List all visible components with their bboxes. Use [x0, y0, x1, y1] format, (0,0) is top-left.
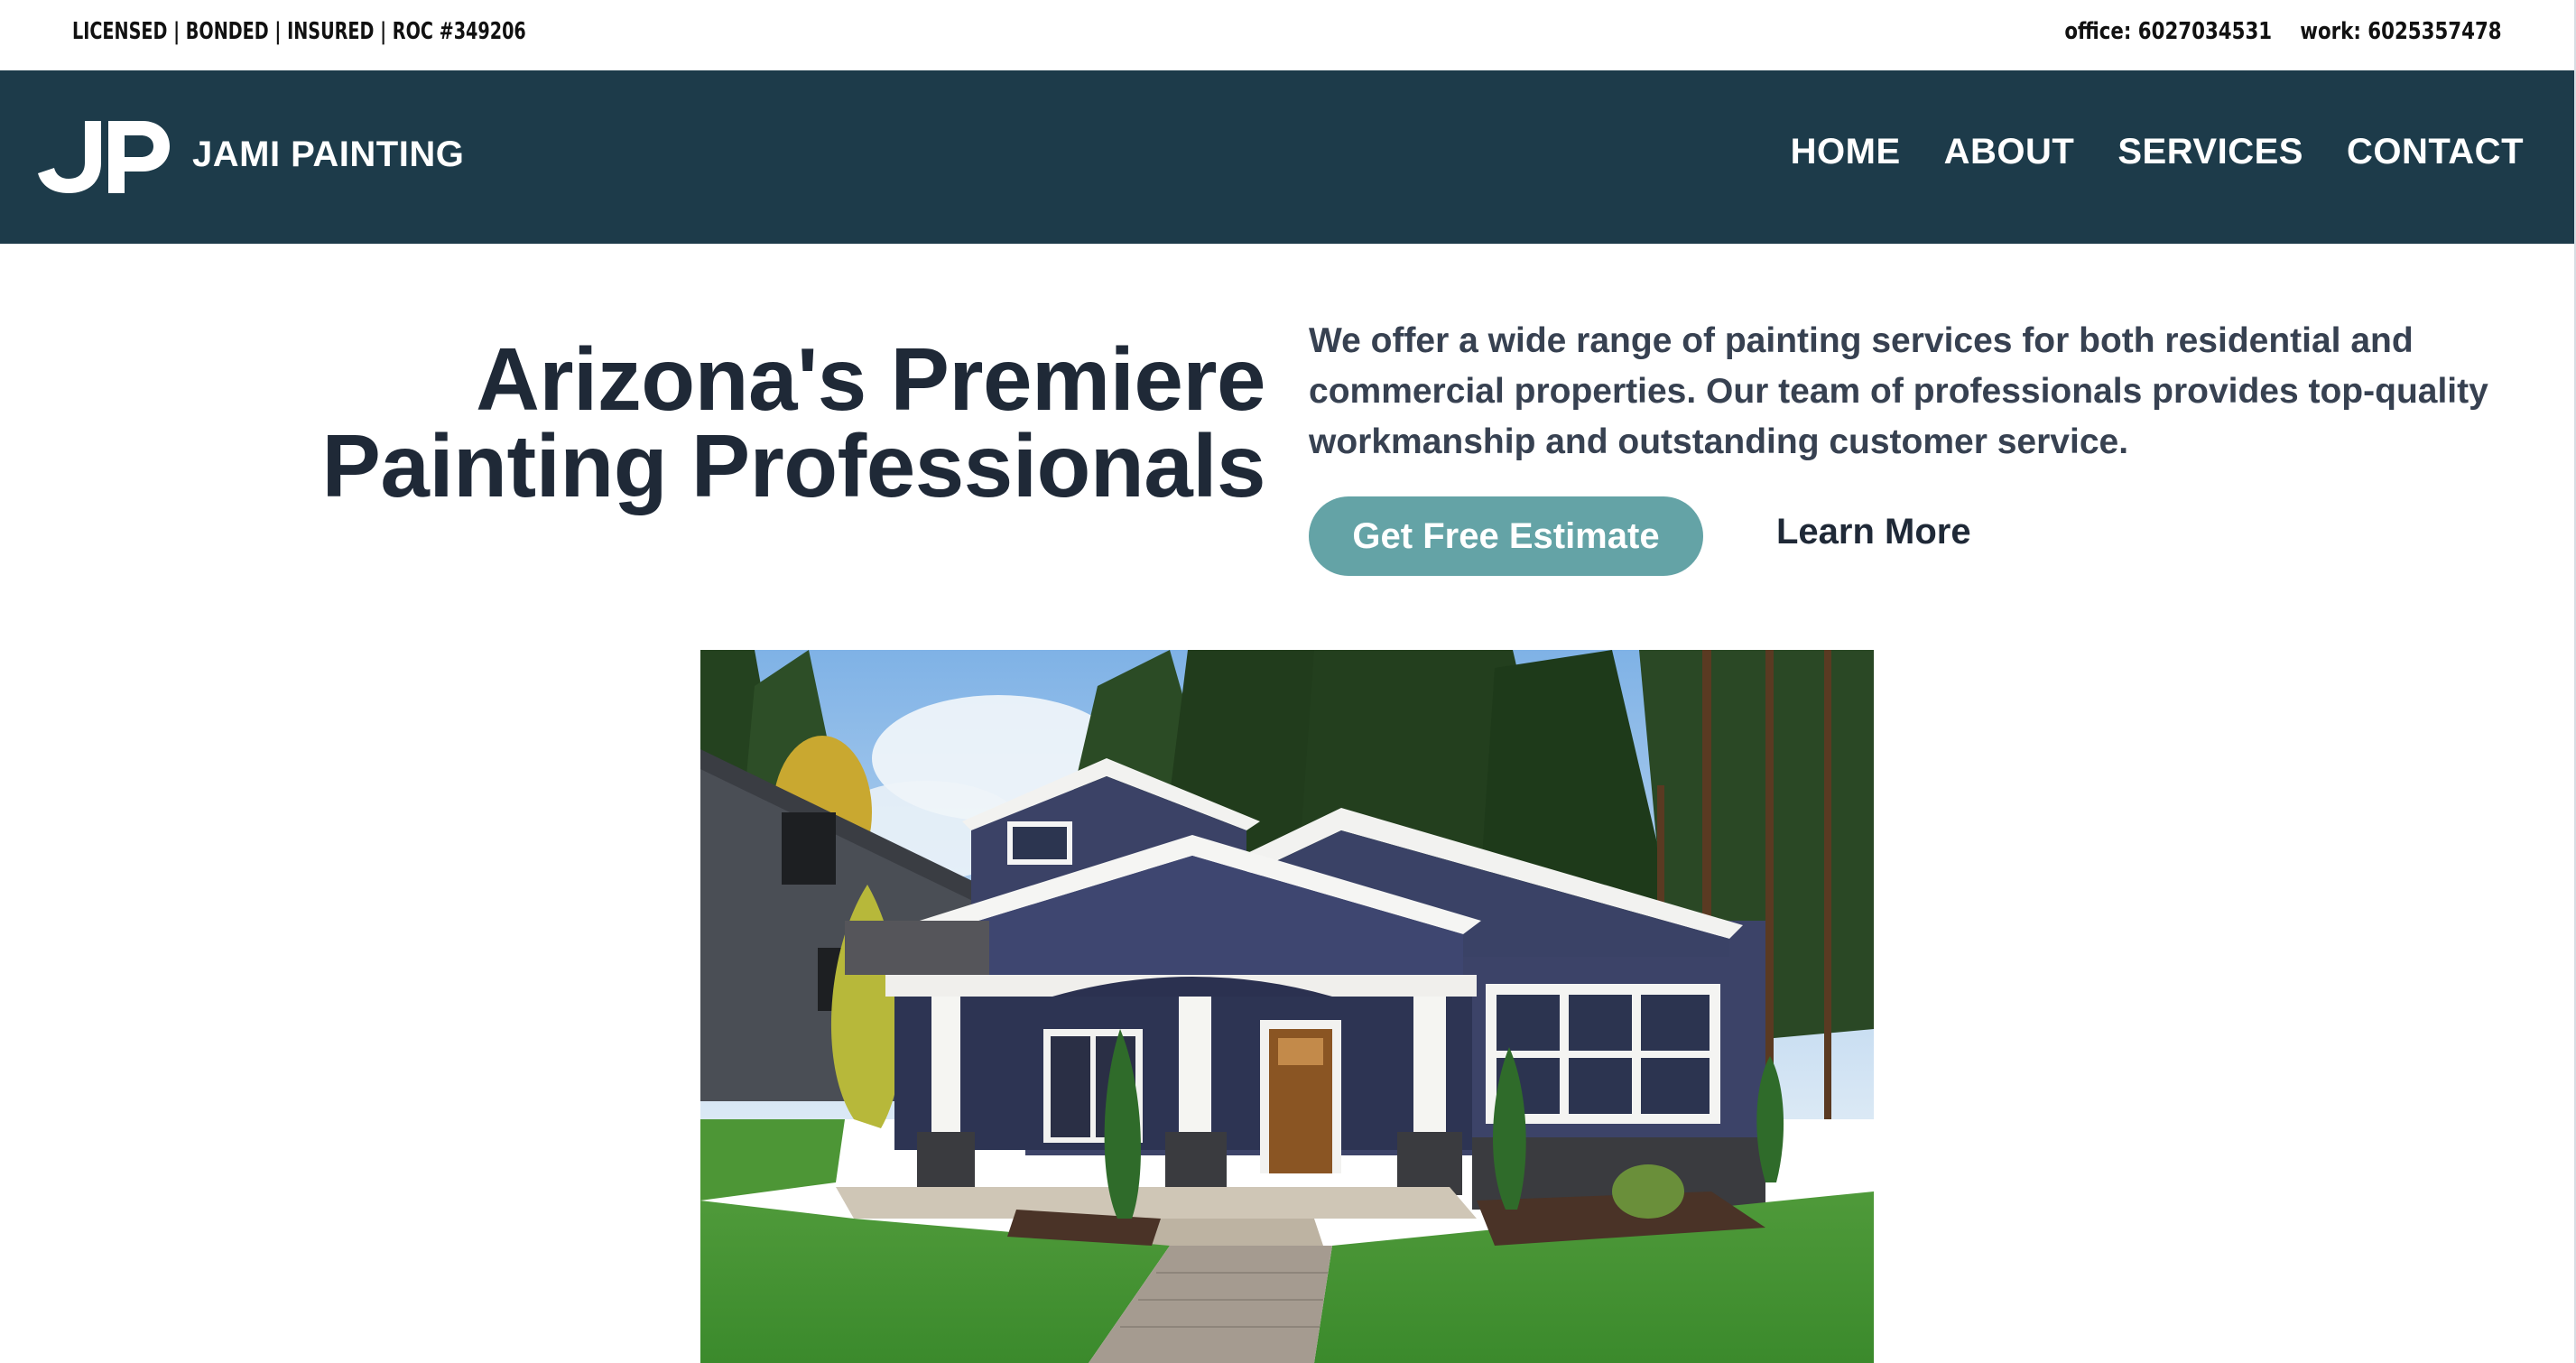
nav-contact[interactable]: CONTACT: [2347, 132, 2524, 172]
hero-title-line-2: Painting Professionals: [321, 416, 1266, 515]
hero-title: Arizona's Premiere Painting Professional…: [271, 329, 1266, 515]
hero-title-line-1: Arizona's Premiere: [476, 329, 1265, 429]
hero-description: We offer a wide range of painting servic…: [1309, 321, 2488, 461]
main-navbar: JAMI PAINTING HOME ABOUT SERVICES CONTAC…: [0, 70, 2574, 244]
get-free-estimate-button[interactable]: Get Free Estimate: [1309, 496, 1703, 576]
license-text: LICENSED | BONDED | INSURED | ROC #34920…: [72, 18, 526, 45]
phone-numbers: office: 6027034531 work: 6025357478: [2065, 18, 2502, 45]
office-phone[interactable]: office: 6027034531: [2065, 18, 2273, 45]
learn-more-link[interactable]: Learn More: [1776, 512, 1971, 552]
nav-home[interactable]: HOME: [1791, 132, 1901, 172]
brand-name[interactable]: JAMI PAINTING: [192, 134, 464, 175]
nav-services[interactable]: SERVICES: [2117, 132, 2303, 172]
jp-monogram-icon[interactable]: [36, 116, 171, 197]
work-phone[interactable]: work: 6025357478: [2301, 18, 2502, 45]
primary-nav: HOME ABOUT SERVICES CONTACT: [1791, 132, 2524, 172]
house-photo: [700, 650, 1874, 1363]
top-info-bar: LICENSED | BONDED | INSURED | ROC #34920…: [0, 0, 2574, 70]
nav-about[interactable]: ABOUT: [1944, 132, 2075, 172]
